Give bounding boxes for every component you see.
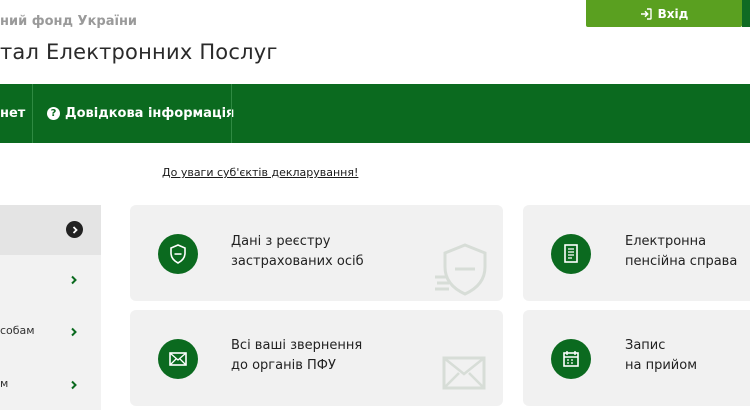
card-appeals[interactable]: Всі ваші звернення до органів ПФУ bbox=[130, 310, 503, 406]
chevron-right-icon bbox=[67, 378, 81, 392]
envelope-icon bbox=[158, 339, 198, 379]
chevron-right-icon bbox=[67, 273, 81, 287]
organization-name: ний фонд України bbox=[0, 14, 138, 29]
nav-item-reference-label: Довідкова інформація bbox=[65, 106, 235, 121]
portal-title: тал Електронних Послуг bbox=[0, 40, 278, 64]
sidebar-item-active[interactable] bbox=[0, 205, 101, 255]
login-button[interactable]: Вхід bbox=[586, 0, 742, 27]
header: ний фонд України тал Електронних Послуг … bbox=[0, 0, 750, 84]
sidebar-item[interactable]: м bbox=[0, 357, 101, 410]
card-title: Електронна пенсійна справа bbox=[625, 232, 737, 272]
chevron-right-icon bbox=[67, 325, 81, 339]
sidebar-item[interactable] bbox=[0, 255, 101, 305]
card-title: Всі ваші звернення до органів ПФУ bbox=[231, 336, 362, 376]
card-title-line: пенсійна справа bbox=[625, 254, 738, 269]
shield-icon bbox=[158, 234, 198, 274]
sign-in-icon bbox=[640, 7, 652, 20]
sidebar-item[interactable]: собам bbox=[0, 305, 101, 357]
card-registry-data[interactable]: Дані з реєстру застрахованих осіб bbox=[130, 205, 503, 301]
main-navigation: нет ? Довідкова інформація bbox=[0, 84, 750, 143]
card-title-line: Всі ваші звернення bbox=[231, 338, 363, 353]
card-title-line: Електронна bbox=[625, 234, 707, 249]
login-label: Вхід bbox=[657, 6, 689, 21]
nav-divider bbox=[231, 84, 232, 143]
nav-divider bbox=[32, 84, 33, 143]
nav-item-reference-info[interactable]: ? Довідкова інформація bbox=[47, 84, 246, 143]
nav-item-cabinet-label: нет bbox=[0, 106, 26, 121]
card-title: Дані з реєстру застрахованих осіб bbox=[231, 232, 364, 272]
card-title: Запис на прийом bbox=[625, 336, 697, 376]
sidebar: собам м bbox=[0, 205, 101, 410]
calendar-icon bbox=[551, 339, 591, 379]
sidebar-item-label: м bbox=[0, 377, 9, 390]
card-electronic-pension-file[interactable]: Електронна пенсійна справа bbox=[523, 205, 750, 301]
envelope-watermark-icon bbox=[442, 356, 486, 390]
question-circle-icon: ? bbox=[47, 107, 60, 120]
card-title-line: до органів ПФУ bbox=[231, 358, 336, 373]
header-edge-strip bbox=[742, 0, 750, 27]
shield-watermark-icon bbox=[435, 243, 487, 296]
card-title-line: застрахованих осіб bbox=[231, 254, 364, 269]
sidebar-item-label: собам bbox=[0, 324, 35, 337]
card-title-line: Дані з реєстру bbox=[231, 234, 331, 249]
card-appointment[interactable]: Запис на прийом bbox=[523, 310, 750, 406]
nav-item-cabinet[interactable]: нет bbox=[0, 84, 39, 143]
card-title-line: на прийом bbox=[625, 358, 698, 373]
document-icon bbox=[551, 234, 591, 274]
chevron-right-circle-icon bbox=[66, 221, 83, 238]
declarants-notice-link[interactable]: До уваги суб'єктів декларування! bbox=[162, 166, 358, 179]
card-title-line: Запис bbox=[625, 338, 666, 353]
